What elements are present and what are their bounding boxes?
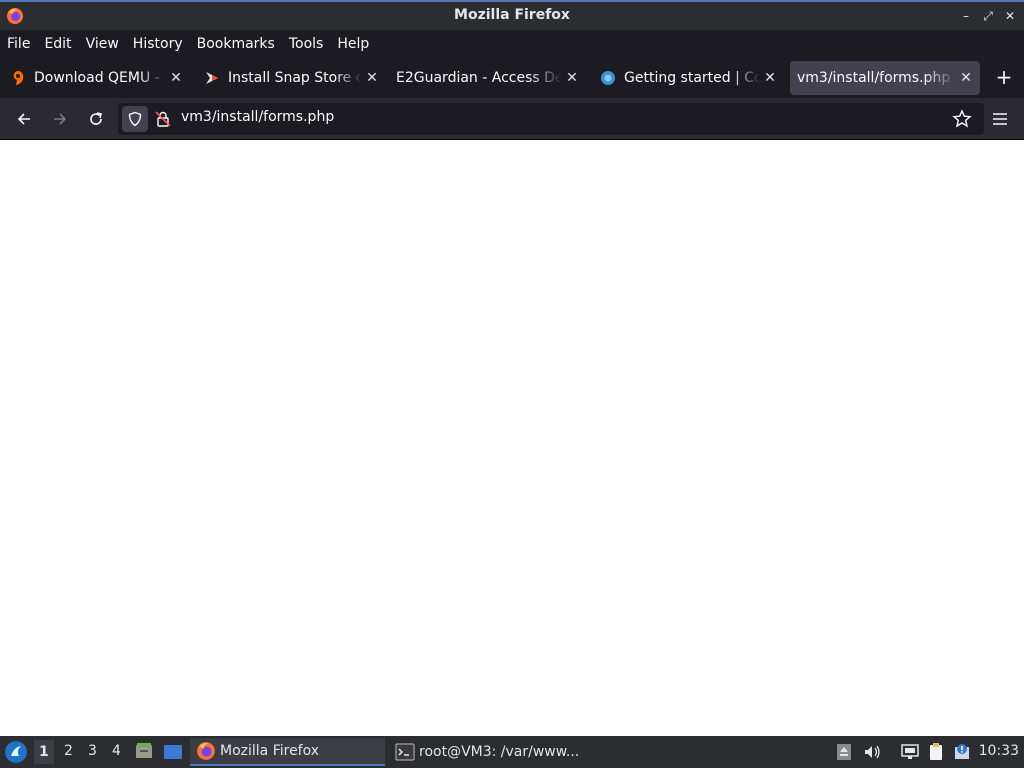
tab-label: E2Guardian - Access Denied bbox=[396, 70, 562, 86]
close-tab-icon[interactable]: ✕ bbox=[956, 68, 976, 88]
volume-icon[interactable] bbox=[862, 742, 882, 762]
start-menu-icon[interactable] bbox=[4, 740, 28, 764]
terminal-icon bbox=[395, 743, 415, 761]
clipboard-icon[interactable] bbox=[926, 742, 946, 762]
clock[interactable]: 10:33 bbox=[979, 743, 1019, 759]
insecure-lock-icon[interactable] bbox=[154, 110, 172, 128]
taskbar-firefox[interactable]: Mozilla Firefox bbox=[190, 738, 385, 766]
menu-edit[interactable]: Edit bbox=[44, 36, 71, 52]
taskbar-app-label: root@VM3: /var/www... bbox=[419, 744, 580, 760]
close-tab-icon[interactable]: ✕ bbox=[166, 68, 186, 88]
tracking-protection-button[interactable] bbox=[122, 106, 148, 132]
menu-view[interactable]: View bbox=[86, 36, 119, 52]
firefox-icon bbox=[197, 742, 215, 760]
back-button[interactable] bbox=[10, 105, 38, 133]
workspace-3[interactable]: 3 bbox=[88, 743, 97, 759]
tab-e2guardian[interactable]: E2Guardian - Access Denied ✕ bbox=[392, 61, 586, 95]
menu-bookmarks[interactable]: Bookmarks bbox=[197, 36, 275, 52]
page-content[interactable] bbox=[0, 140, 1024, 736]
eject-icon[interactable] bbox=[834, 742, 854, 762]
workspace-1[interactable]: 1 bbox=[34, 740, 54, 764]
close-tab-icon[interactable]: ✕ bbox=[562, 68, 582, 88]
forward-button[interactable] bbox=[46, 105, 74, 133]
qemu-icon bbox=[13, 71, 24, 85]
bookmark-star-icon[interactable] bbox=[952, 109, 972, 129]
workspace-4[interactable]: 4 bbox=[112, 743, 121, 759]
tab-install-snap-store[interactable]: Install Snap Store on Ubuntu ✕ bbox=[196, 61, 386, 95]
globe-icon bbox=[601, 71, 615, 85]
address-bar[interactable]: vm3/install/forms.php bbox=[118, 103, 984, 135]
network-icon[interactable] bbox=[900, 742, 920, 762]
navigation-toolbar: vm3/install/forms.php bbox=[0, 98, 1024, 140]
restore-button[interactable]: ⤢ bbox=[980, 8, 996, 24]
notification-icon[interactable] bbox=[952, 742, 972, 762]
taskbar: 1 2 3 4 Mozilla Firefox root@VM3: /var/w… bbox=[0, 736, 1024, 768]
menu-history[interactable]: History bbox=[133, 36, 183, 52]
tab-label: Getting started | Contao bbox=[624, 70, 760, 86]
arrow-left-icon bbox=[17, 113, 30, 125]
new-tab-button[interactable]: + bbox=[992, 66, 1016, 90]
menu-tools[interactable]: Tools bbox=[289, 36, 324, 52]
taskbar-app-label: Mozilla Firefox bbox=[220, 743, 320, 759]
tab-label: vm3/install/forms.php bbox=[797, 70, 951, 86]
tab-strip: Download QEMU - QEMU ✕ Install Snap Stor… bbox=[0, 58, 1024, 98]
tab-getting-started[interactable]: Getting started | Contao ✕ bbox=[592, 61, 784, 95]
taskbar-terminal[interactable]: root@VM3: /var/www... bbox=[389, 738, 589, 766]
close-tab-icon[interactable]: ✕ bbox=[760, 68, 780, 88]
shield-icon bbox=[128, 111, 142, 127]
menubar: File Edit View History Bookmarks Tools H… bbox=[0, 30, 1024, 58]
tab-forms-php[interactable]: vm3/install/forms.php ✕ bbox=[790, 61, 980, 95]
reload-icon bbox=[90, 112, 102, 125]
arrow-right-icon bbox=[54, 113, 67, 125]
url-text[interactable]: vm3/install/forms.php bbox=[181, 109, 334, 125]
minimize-button[interactable]: – bbox=[958, 8, 974, 24]
hamburger-menu-icon[interactable] bbox=[988, 107, 1012, 131]
reload-button[interactable] bbox=[82, 105, 110, 133]
tab-label: Install Snap Store on Ubuntu bbox=[228, 70, 362, 86]
file-manager-icon[interactable] bbox=[134, 741, 154, 761]
menu-help[interactable]: Help bbox=[337, 36, 369, 52]
window-titlebar: Mozilla Firefox – ⤢ ✕ bbox=[0, 0, 1024, 30]
close-tab-icon[interactable]: ✕ bbox=[362, 68, 382, 88]
window-title: Mozilla Firefox bbox=[454, 7, 570, 23]
desktop-icon[interactable] bbox=[163, 742, 183, 762]
close-window-button[interactable]: ✕ bbox=[1002, 8, 1018, 24]
tab-label: Download QEMU - QEMU bbox=[34, 70, 166, 86]
workspace-2[interactable]: 2 bbox=[64, 743, 73, 759]
tab-download-qemu[interactable]: Download QEMU - QEMU ✕ bbox=[2, 61, 190, 95]
menu-file[interactable]: File bbox=[7, 36, 30, 52]
snap-icon bbox=[206, 72, 218, 84]
